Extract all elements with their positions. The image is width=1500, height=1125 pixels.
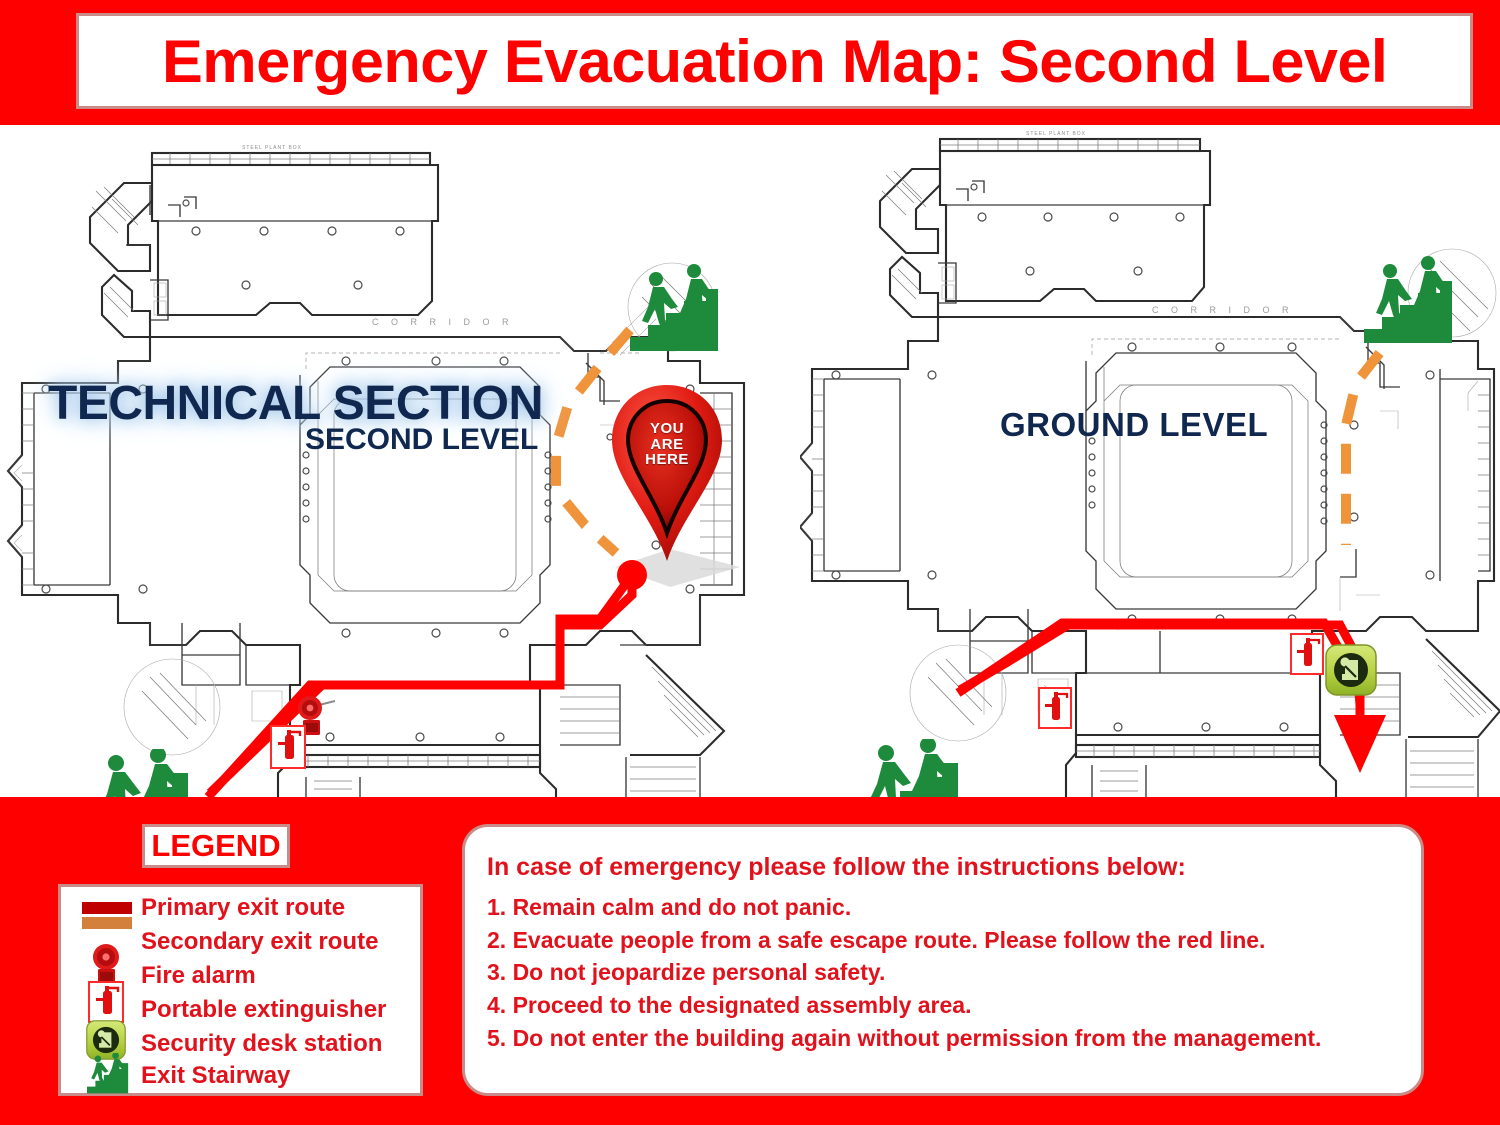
instruction-item: 4. Proceed to the designated assembly ar… xyxy=(487,991,972,1018)
legend-title-box: LEGEND xyxy=(142,824,290,868)
exit-stairway-icon-bottom-left[interactable] xyxy=(858,739,962,797)
extinguisher-icon-left[interactable] xyxy=(1038,687,1072,729)
floor-plan-second-level[interactable]: STEEL PLANT BOX C O R R I D O R YOU ARE … xyxy=(0,125,760,797)
instruction-item: 5. Do not enter the building again witho… xyxy=(487,1024,1322,1051)
you-are-here-label: YOU ARE HERE xyxy=(645,420,689,469)
legend-list: Primary exit route Secondary exit route xyxy=(61,887,420,1094)
exit-stairway-icon-top-right[interactable] xyxy=(1360,255,1456,347)
extinguisher-icon[interactable] xyxy=(270,725,306,769)
instructions-heading: In case of emergency please follow the i… xyxy=(487,853,1186,881)
legend-label: Security desk station xyxy=(141,1030,383,1057)
page-title: Emergency Evacuation Map: Second Level xyxy=(161,27,1388,95)
svg-text:C O R R I D O R: C O R R I D O R xyxy=(1152,305,1294,315)
secondary-exit-route-right xyxy=(1341,311,1416,545)
svg-text:STEEL PLANT BOX: STEEL PLANT BOX xyxy=(242,145,302,151)
floor-plan-ground-level-drawing: STEEL PLANT BOX C O R R I D O R xyxy=(800,131,1500,797)
security-desk-icon[interactable] xyxy=(1325,644,1377,696)
instruction-item: 3. Do not jeopardize personal safety. xyxy=(487,959,886,986)
legend-label: Fire alarm xyxy=(141,962,256,989)
evacuation-map-poster: Emergency Evacuation Map: Second Level S… xyxy=(0,0,1500,1125)
title-box: Emergency Evacuation Map: Second Level xyxy=(76,13,1473,109)
legend-box: Primary exit route Secondary exit route xyxy=(58,884,423,1096)
svg-text:C O R R I D O R: C O R R I D O R xyxy=(372,317,514,327)
exit-stairway-icon xyxy=(75,1053,137,1094)
exit-stairway-icon-bottom-left[interactable] xyxy=(88,749,192,797)
instructions-box: In case of emergency please follow the i… xyxy=(462,824,1424,1096)
exit-stairway-icon-top-right[interactable] xyxy=(626,263,722,355)
legend-label: Exit Stairway xyxy=(141,1062,291,1089)
legend-item-exit-stairway[interactable]: Exit Stairway xyxy=(75,1053,291,1094)
header-band: Emergency Evacuation Map: Second Level xyxy=(0,0,1500,125)
legend-title: LEGEND xyxy=(151,828,281,863)
instruction-item: 2. Evacuate people from a safe escape ro… xyxy=(487,926,1266,953)
assembly-route-arrowhead xyxy=(1334,715,1386,773)
legend-label: Portable extinguisher xyxy=(141,996,387,1023)
svg-text:STEEL PLANT BOX: STEEL PLANT BOX xyxy=(1026,131,1086,137)
floor-plan-ground-level[interactable]: STEEL PLANT BOX C O R R I D O R xyxy=(800,125,1500,797)
legend-label: Secondary exit route xyxy=(141,928,379,955)
legend-label: Primary exit route xyxy=(141,894,346,921)
you-are-here-pin[interactable]: YOU ARE HERE xyxy=(608,383,726,568)
map-area: STEEL PLANT BOX C O R R I D O R YOU ARE … xyxy=(0,125,1500,797)
instruction-item: 1. Remain calm and do not panic. xyxy=(487,894,852,920)
extinguisher-icon-right[interactable] xyxy=(1290,633,1324,675)
